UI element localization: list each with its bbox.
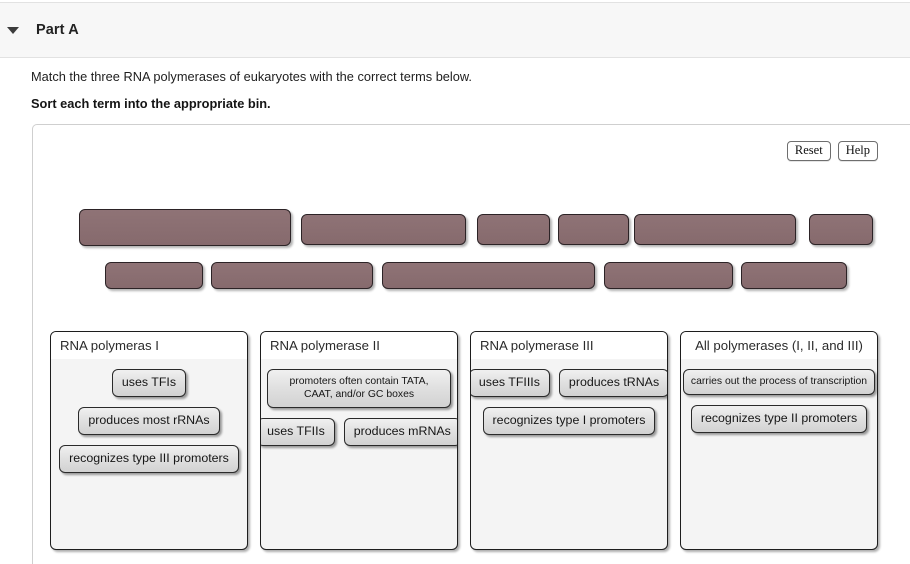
bin[interactable]: RNA polymerase III uses TFIIIs produces tR… <box>470 331 668 550</box>
help-button[interactable]: Help <box>837 141 878 161</box>
term-tile[interactable]: promoters often contain TATA, CAAT, and/… <box>267 369 451 408</box>
unplaced-term-bar[interactable] <box>741 262 847 289</box>
page-title: Part A <box>36 22 79 38</box>
prompt-line-1: Match the three RNA polymerases of eukar… <box>31 69 472 84</box>
bin-body: uses TFIIIs produces tRNAs recognizes type… <box>471 359 667 441</box>
unplaced-term-bar[interactable] <box>809 214 873 245</box>
term-tile[interactable]: recognizes type I promoters <box>482 407 656 435</box>
term-tile[interactable]: produces tRNAs <box>558 369 667 397</box>
term-tile[interactable]: uses TFIs <box>111 369 187 397</box>
bin-title: RNA polymerase II <box>261 332 457 359</box>
bin-tile-row: uses TFIIs produces mRNAs <box>261 418 457 446</box>
unplaced-term-bar[interactable] <box>634 214 796 245</box>
term-tile[interactable]: recognizes type II promoters <box>690 405 868 433</box>
term-tile[interactable]: uses TFIIs <box>261 418 335 446</box>
bin-title: RNA polymeras I <box>51 332 247 359</box>
unplaced-term-bar[interactable] <box>604 262 733 289</box>
prompt-line-2: Sort each term into the appropriate bin. <box>31 96 271 111</box>
unplaced-terms-area <box>33 125 910 305</box>
activity-panel: RNA polymeras I uses TFIs produces most rR… <box>32 124 910 564</box>
bin-tile-row: recognizes type II promoters <box>687 405 871 433</box>
bin-tile-row: uses TFIIIs produces tRNAs <box>471 369 667 397</box>
bin-title: All polymerases (I, II, and III) <box>681 332 877 359</box>
unplaced-term-bar[interactable] <box>558 214 629 245</box>
bin-body: promoters often contain TATA, CAAT, and/… <box>261 359 457 452</box>
part-header: Part A <box>0 2 910 58</box>
bin-tile-row: recognizes type III promoters <box>57 445 241 473</box>
unplaced-term-bar[interactable] <box>477 214 550 245</box>
bin-tile-row: recognizes type I promoters <box>477 407 661 435</box>
bin-tile-row: promoters often contain TATA, CAAT, and/… <box>267 369 451 408</box>
bin[interactable]: RNA polymerase II promoters often contain… <box>260 331 458 550</box>
reset-button[interactable]: Reset <box>786 141 831 161</box>
unplaced-term-bar[interactable] <box>79 209 291 246</box>
term-tile[interactable]: carries out the process of transcription <box>682 369 876 395</box>
triangle-down-icon[interactable] <box>7 26 19 34</box>
unplaced-term-bar[interactable] <box>382 262 595 289</box>
term-tile[interactable]: produces mRNAs <box>343 418 457 446</box>
bin-title: RNA polymerase III <box>471 332 667 359</box>
term-tile[interactable]: produces most rRNAs <box>78 407 220 435</box>
bin-container: RNA polymeras I uses TFIs produces most rR… <box>50 331 878 550</box>
bin-body: uses TFIs produces most rRNAs recognizes t… <box>51 359 247 479</box>
bin[interactable]: All polymerases (I, II, and III) carries … <box>680 331 878 550</box>
unplaced-term-bar[interactable] <box>211 262 373 289</box>
bin-tile-row: uses TFIs <box>57 369 241 397</box>
term-tile[interactable]: uses TFIIIs <box>471 369 550 397</box>
tool-button-group: Reset Help <box>786 141 878 161</box>
unplaced-term-bar[interactable] <box>301 214 466 245</box>
bin-tile-row: carries out the process of transcription <box>682 369 876 395</box>
unplaced-term-bar[interactable] <box>105 262 203 289</box>
bin-tile-row: produces most rRNAs <box>57 407 241 435</box>
bin[interactable]: RNA polymeras I uses TFIs produces most rR… <box>50 331 248 550</box>
term-tile[interactable]: recognizes type III promoters <box>59 445 239 473</box>
bin-body: carries out the process of transcription… <box>681 359 877 439</box>
